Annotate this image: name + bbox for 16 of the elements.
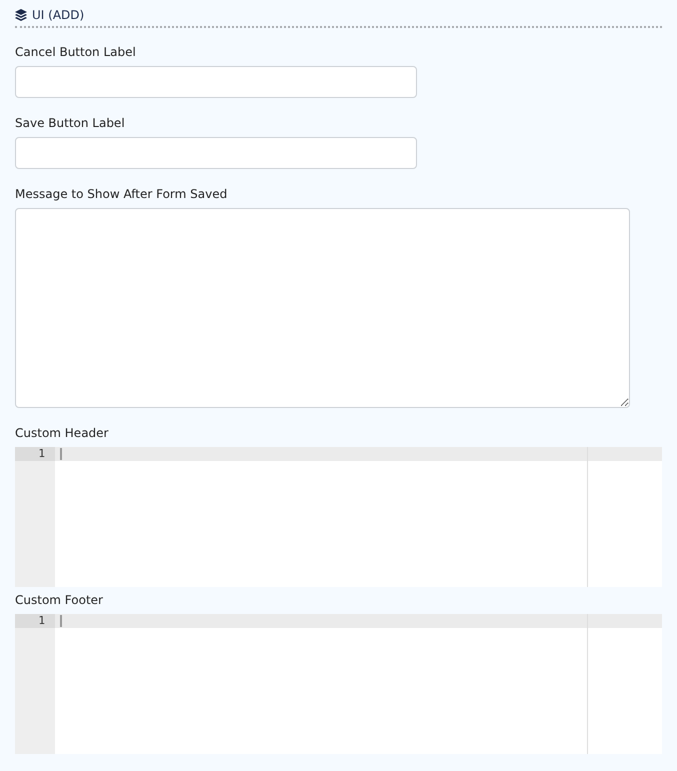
text-cursor <box>60 615 62 627</box>
code-editor[interactable]: 1 <box>15 447 662 587</box>
field-label: Cancel Button Label <box>15 45 136 59</box>
layers-icon <box>15 9 27 21</box>
text-field[interactable] <box>15 137 417 169</box>
code-editor[interactable]: 1 <box>15 614 662 754</box>
field-label: Custom Header <box>15 426 108 440</box>
text-cursor <box>60 448 62 460</box>
text-field[interactable] <box>15 66 417 98</box>
field-label: Save Button Label <box>15 116 125 130</box>
section-title: UI (ADD) <box>32 8 84 22</box>
message-field[interactable] <box>15 208 630 408</box>
line-number: 1 <box>15 447 55 461</box>
line-number: 1 <box>15 614 55 628</box>
field-label: Message to Show After Form Saved <box>15 187 228 201</box>
field-label: Custom Footer <box>15 593 103 607</box>
